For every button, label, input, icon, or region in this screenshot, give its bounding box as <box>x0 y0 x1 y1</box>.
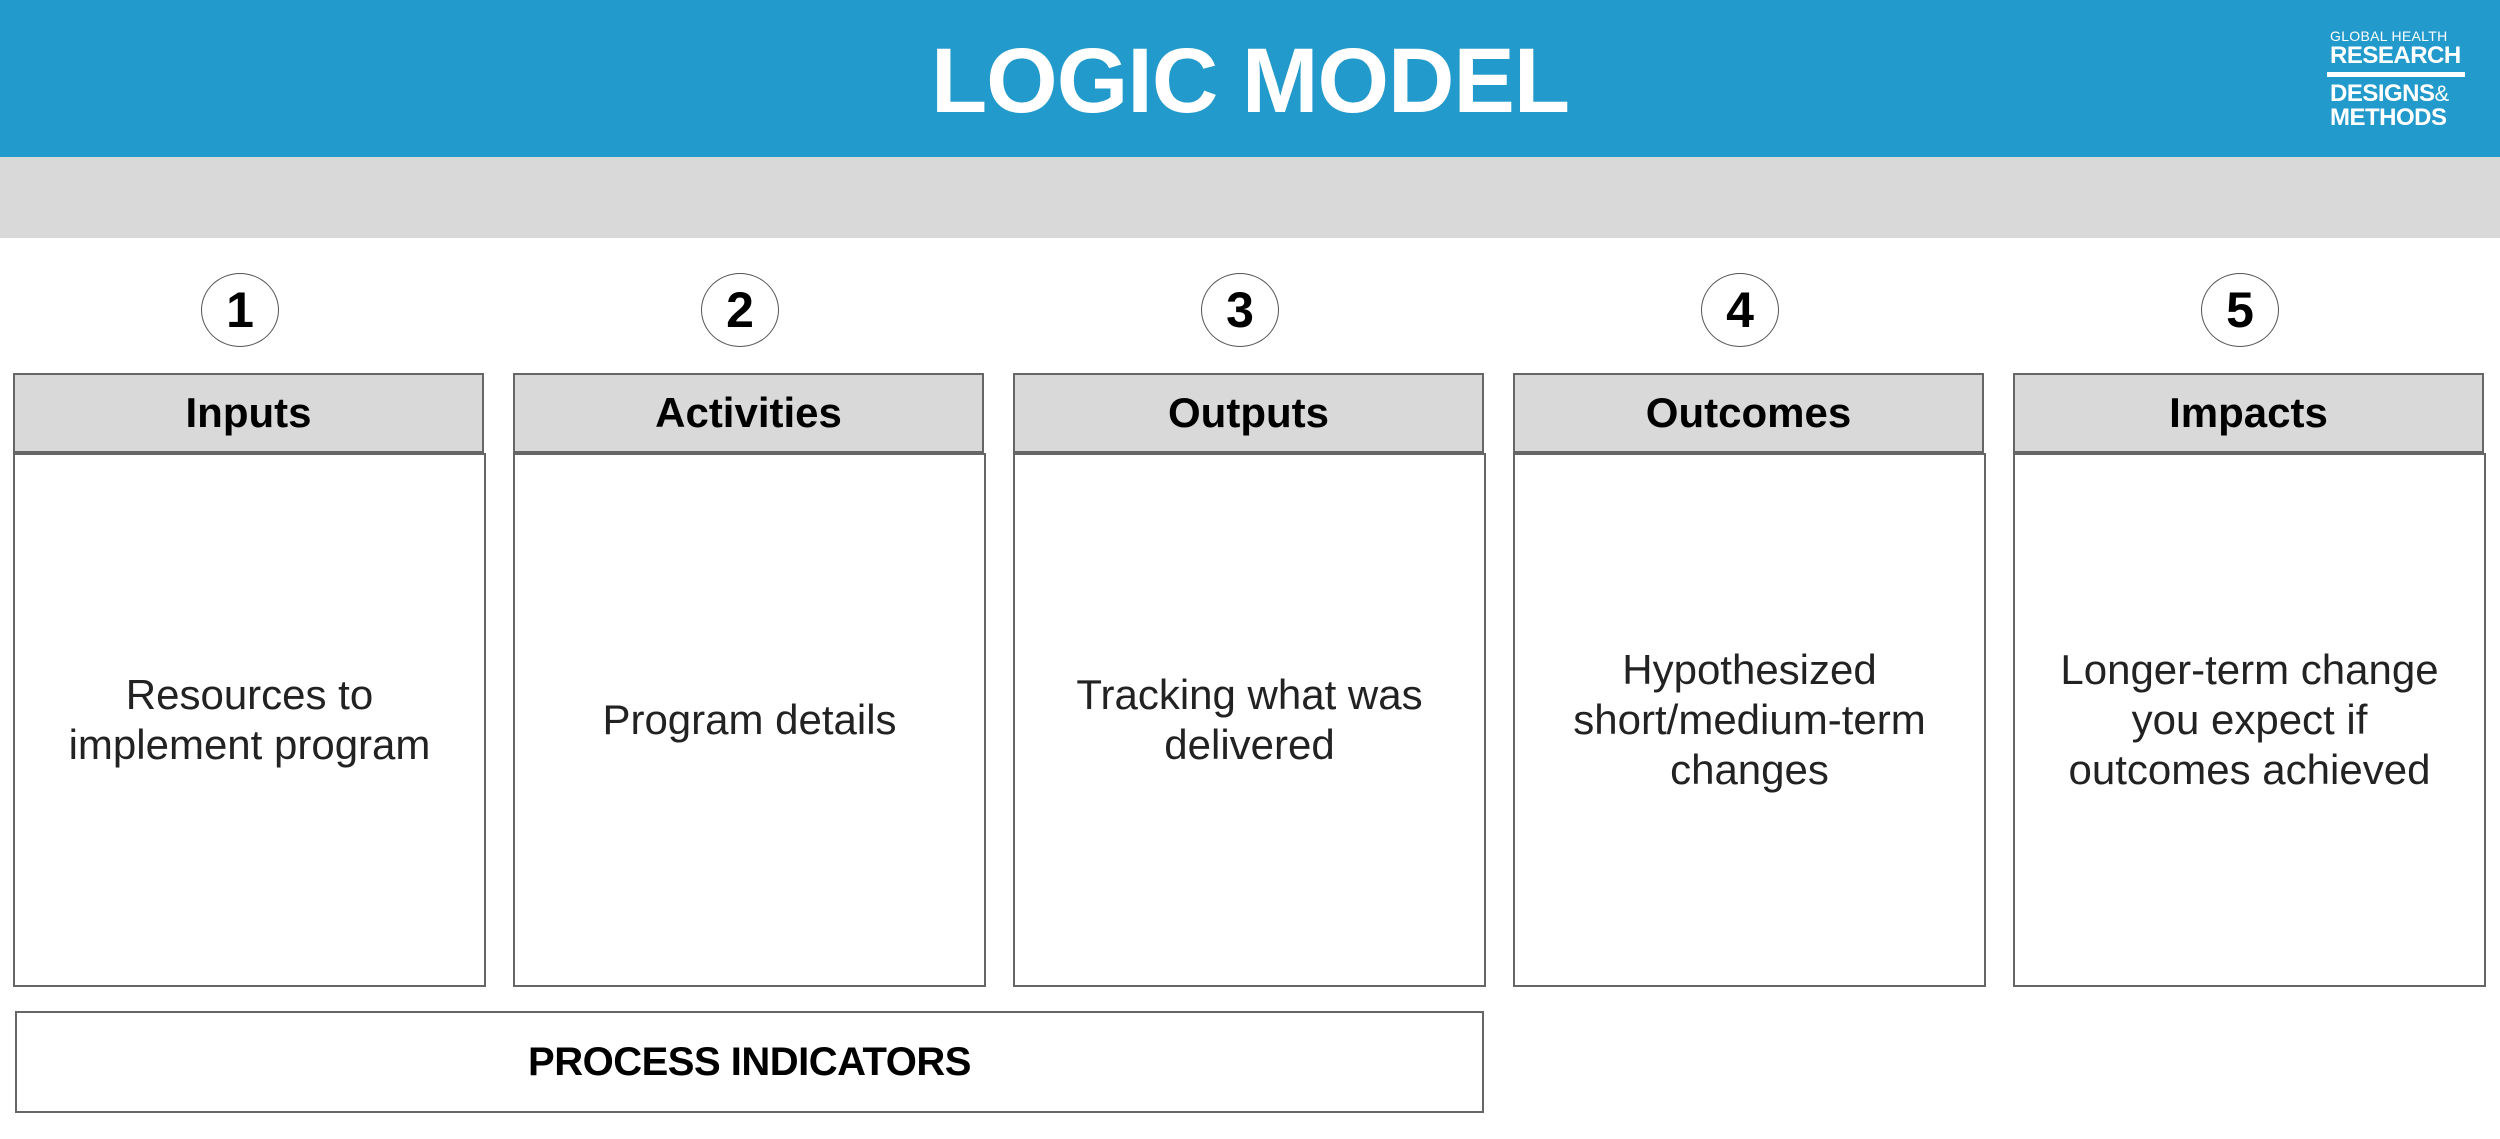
subheader-band <box>0 157 2500 238</box>
column-heading-outputs: Outputs <box>1013 373 1484 453</box>
logo-line-designs: DESIGNS& <box>2330 82 2470 106</box>
column-heading-activities: Activities <box>513 373 984 453</box>
step-number-3: 3 <box>1201 273 1279 347</box>
logo-ampersand: & <box>2434 81 2450 106</box>
column-heading-impacts: Impacts <box>2013 373 2484 453</box>
column-box-impacts: Longer-term change you expect if outcome… <box>2013 453 2486 987</box>
brand-logo: GLOBAL HEALTH RESEARCH DESIGNS& METHODS <box>2327 28 2470 131</box>
column-box-outputs: Tracking what was delivered <box>1013 453 1486 987</box>
column-box-activities: Program details <box>513 453 986 987</box>
column-description-outcomes: Hypothesized short/medium-term changes <box>1573 646 1926 793</box>
column-description-outputs: Tracking what was delivered <box>1076 671 1423 768</box>
step-number-4: 4 <box>1701 273 1779 347</box>
column-heading-outcomes: Outcomes <box>1513 373 1984 453</box>
header-banner: LOGIC MODEL GLOBAL HEALTH RESEARCH DESIG… <box>0 0 2500 157</box>
column-box-outcomes: Hypothesized short/medium-term changes <box>1513 453 1986 987</box>
step-number-2: 2 <box>701 273 779 347</box>
logo-line-methods: METHODS <box>2330 104 2447 131</box>
logo-divider <box>2327 72 2465 77</box>
column-box-inputs: Resources to implement program <box>13 453 486 987</box>
column-heading-inputs: Inputs <box>13 373 484 453</box>
column-description-activities: Program details <box>602 696 897 743</box>
step-number-5: 5 <box>2201 273 2279 347</box>
logo-designs-text: DESIGNS <box>2330 80 2435 107</box>
column-description-impacts: Longer-term change you expect if outcome… <box>2060 646 2439 793</box>
logo-line-research: RESEARCH <box>2330 42 2461 69</box>
step-number-1: 1 <box>201 273 279 347</box>
page-title: LOGIC MODEL <box>930 30 1570 132</box>
process-indicators-box: PROCESS INDICATORS <box>15 1011 1484 1113</box>
process-indicators-label: PROCESS INDICATORS <box>528 1039 971 1084</box>
column-description-inputs: Resources to implement program <box>68 671 431 768</box>
